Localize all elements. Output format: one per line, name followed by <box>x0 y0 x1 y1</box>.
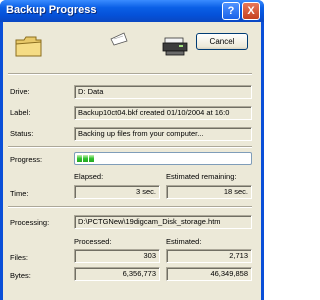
files-processed: 303 <box>74 249 160 263</box>
label-label: Label: <box>10 108 31 117</box>
window-title: Backup Progress <box>6 4 97 16</box>
flying-paper-icon <box>110 32 128 46</box>
cancel-button[interactable]: Cancel <box>196 33 248 50</box>
drive-value: D: Data <box>74 85 252 99</box>
processing-label: Processing: <box>10 218 50 227</box>
separator <box>8 73 252 75</box>
elapsed-header: Elapsed: <box>74 172 104 181</box>
remaining-value: 18 sec. <box>166 185 252 199</box>
bytes-estimated: 46,349,858 <box>166 267 252 281</box>
separator <box>8 206 252 208</box>
bytes-processed: 6,356,773 <box>74 267 160 281</box>
processing-value: D:\PCTGNew\19digcam_Disk_storage.htm <box>74 215 252 229</box>
files-estimated: 2,713 <box>166 249 252 263</box>
drive-label: Drive: <box>10 87 30 96</box>
progress-bar <box>74 152 252 165</box>
close-button[interactable]: X <box>242 2 260 20</box>
elapsed-value: 3 sec. <box>74 185 160 199</box>
estimated-header: Estimated: <box>166 237 202 246</box>
processed-header: Processed: <box>74 237 112 246</box>
progress-fill <box>77 155 249 162</box>
bytes-label: Bytes: <box>10 271 31 280</box>
label-value: Backup10ct04.bkf created 01/10/2004 at 1… <box>74 106 252 120</box>
time-label: Time: <box>10 189 29 198</box>
progress-segment <box>83 155 88 162</box>
printer-icon <box>162 37 188 56</box>
separator <box>8 146 252 148</box>
progress-segment <box>89 155 94 162</box>
status-label: Status: <box>10 129 34 138</box>
title-bar[interactable]: Backup Progress ? X <box>0 0 264 22</box>
folder-icon <box>15 36 42 57</box>
help-button[interactable]: ? <box>222 2 240 20</box>
status-value: Backing up files from your computer... <box>74 127 252 141</box>
progress-segment <box>77 155 82 162</box>
progress-label: Progress: <box>10 155 43 164</box>
remaining-header: Estimated remaining: <box>166 172 237 181</box>
files-label: Files: <box>10 253 28 262</box>
